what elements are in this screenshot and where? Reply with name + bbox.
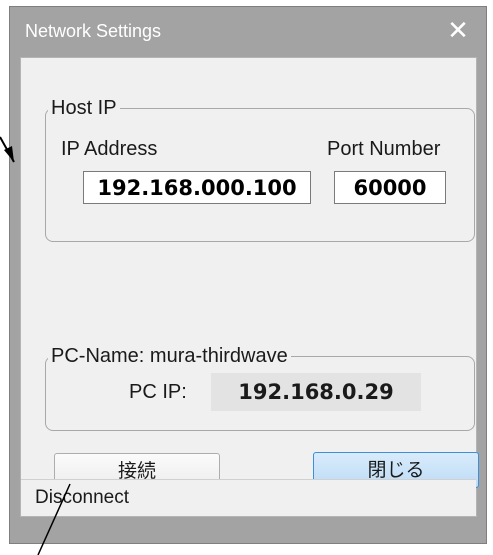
ip-address-input[interactable] — [83, 171, 311, 204]
host-ip-group: Host IP — [45, 97, 475, 242]
host-ip-legend: Host IP — [51, 97, 117, 119]
pc-name-legend: PC-Name: mura-thirdwave — [51, 345, 288, 367]
pc-ip-label: PC IP: — [129, 381, 187, 403]
network-settings-window: Network Settings ✕ Host IP IP Address Po… — [9, 6, 487, 544]
dialog-body: Host IP IP Address Port Number PC-Name: … — [20, 57, 479, 517]
status-bar: Disconnect — [21, 479, 476, 516]
title-bar[interactable]: Network Settings ✕ — [10, 7, 486, 57]
pc-ip-value: 192.168.0.29 — [211, 373, 421, 411]
connection-status: Disconnect — [35, 487, 129, 508]
port-number-input[interactable] — [334, 171, 446, 204]
close-icon[interactable]: ✕ — [444, 17, 472, 45]
window-title: Network Settings — [25, 21, 162, 41]
ip-address-label: IP Address — [61, 138, 158, 160]
port-number-label: Port Number — [327, 138, 441, 160]
